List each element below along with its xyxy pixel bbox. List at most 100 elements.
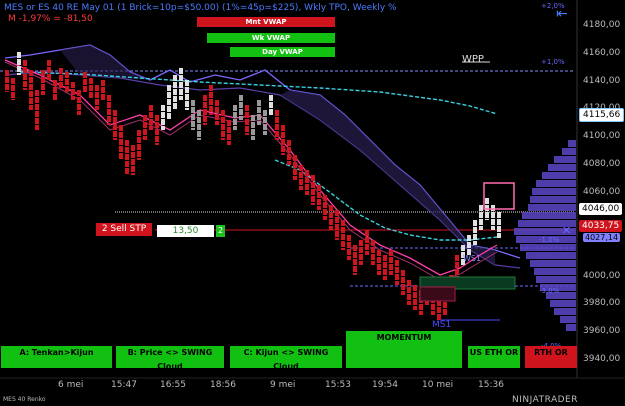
renko-brick bbox=[365, 244, 369, 250]
renko-brick bbox=[431, 311, 435, 315]
renko-brick bbox=[233, 112, 237, 118]
renko-brick bbox=[77, 111, 81, 115]
renko-brick bbox=[179, 68, 183, 74]
renko-brick bbox=[281, 153, 285, 155]
renko-brick bbox=[329, 226, 333, 230]
renko-brick bbox=[173, 82, 177, 88]
renko-brick bbox=[227, 141, 231, 145]
renko-brick bbox=[485, 198, 489, 204]
renko-brick bbox=[47, 60, 51, 66]
price-swing-cloud-button[interactable]: B: Price <> SWING Cloud bbox=[116, 346, 224, 371]
renko-brick bbox=[419, 304, 423, 310]
renko-brick bbox=[71, 89, 75, 95]
y-tick: 4000,00 bbox=[583, 271, 621, 281]
x-tick: 18:56 bbox=[210, 380, 236, 390]
renko-brick bbox=[5, 91, 9, 92]
rth-or-button[interactable]: RTH OR bbox=[525, 346, 577, 368]
renko-brick bbox=[23, 60, 27, 66]
renko-brick bbox=[143, 122, 147, 128]
renko-brick bbox=[137, 144, 141, 150]
renko-brick bbox=[89, 78, 93, 84]
renko-brick bbox=[107, 102, 111, 108]
renko-brick bbox=[377, 250, 381, 256]
renko-brick bbox=[17, 59, 21, 65]
resistance-zone bbox=[419, 286, 456, 302]
renko-brick bbox=[497, 219, 501, 225]
sell-stop-value[interactable]: 13,50 bbox=[157, 225, 214, 237]
profile-bar bbox=[566, 324, 576, 331]
renko-brick bbox=[299, 179, 303, 185]
renko-brick bbox=[221, 124, 225, 130]
y-tick: 4080,00 bbox=[583, 159, 621, 169]
renko-brick bbox=[299, 165, 303, 171]
renko-brick bbox=[473, 220, 477, 226]
renko-brick bbox=[365, 237, 369, 243]
renko-brick bbox=[371, 247, 375, 253]
renko-brick bbox=[5, 84, 9, 90]
renko-brick bbox=[119, 146, 123, 152]
us-eth-or-button[interactable]: US ETH OR bbox=[468, 346, 520, 368]
renko-brick bbox=[227, 127, 231, 133]
renko-brick bbox=[329, 219, 333, 225]
sell-stop-count[interactable]: 2 bbox=[216, 225, 225, 237]
renko-brick bbox=[137, 137, 141, 143]
renko-brick bbox=[191, 121, 195, 127]
renko-brick bbox=[59, 68, 63, 74]
x-tick: 15:47 bbox=[111, 380, 137, 390]
renko-brick bbox=[155, 136, 159, 142]
renko-brick bbox=[353, 259, 357, 265]
renko-brick bbox=[143, 115, 147, 121]
renko-brick bbox=[341, 241, 345, 247]
renko-brick bbox=[203, 95, 207, 101]
renko-brick bbox=[23, 67, 27, 73]
renko-brick bbox=[95, 92, 99, 98]
renko-brick bbox=[209, 99, 213, 105]
y-tick: 4140,00 bbox=[583, 76, 621, 86]
price-label-avg: 4027,14 bbox=[583, 233, 621, 242]
renko-brick bbox=[197, 131, 201, 137]
renko-brick bbox=[353, 266, 357, 272]
renko-brick bbox=[125, 147, 129, 153]
profile-bar bbox=[560, 316, 576, 323]
renko-brick bbox=[125, 161, 129, 167]
renko-brick bbox=[413, 299, 417, 305]
renko-brick bbox=[167, 92, 171, 98]
renko-brick bbox=[35, 97, 39, 103]
renko-brick bbox=[35, 104, 39, 110]
tenkan-kijun-button[interactable]: A: Tenkan>Kijun bbox=[1, 346, 112, 368]
renko-brick bbox=[389, 271, 393, 275]
sell-stop-label[interactable]: 2 Sell STP bbox=[96, 223, 152, 236]
renko-brick bbox=[281, 125, 285, 131]
renko-brick bbox=[209, 85, 213, 91]
renko-brick bbox=[221, 117, 225, 123]
renko-brick bbox=[197, 124, 201, 130]
renko-brick bbox=[53, 94, 57, 100]
renko-brick bbox=[137, 151, 141, 157]
renko-brick bbox=[5, 70, 9, 76]
profile-bar bbox=[554, 156, 576, 163]
renko-brick bbox=[95, 85, 99, 91]
renko-brick bbox=[263, 117, 267, 123]
renko-brick bbox=[473, 241, 477, 245]
momentum-button[interactable]: MOMENTUM bbox=[346, 331, 462, 368]
renko-brick bbox=[485, 219, 489, 220]
renko-brick bbox=[347, 249, 351, 255]
renko-brick bbox=[299, 172, 303, 178]
renko-brick bbox=[191, 128, 195, 130]
renko-brick bbox=[227, 120, 231, 126]
renko-brick bbox=[497, 226, 501, 232]
renko-brick bbox=[203, 102, 207, 108]
renko-brick bbox=[191, 107, 195, 113]
profile-bar bbox=[530, 260, 576, 267]
kijun-swing-cloud-button[interactable]: C: Kijun <> SWING Cloud bbox=[230, 346, 342, 371]
renko-brick bbox=[179, 96, 183, 100]
renko-brick bbox=[119, 132, 123, 138]
renko-brick bbox=[197, 117, 201, 123]
renko-brick bbox=[251, 115, 255, 121]
renko-brick bbox=[209, 92, 213, 98]
renko-brick bbox=[131, 173, 135, 175]
renko-brick bbox=[287, 147, 291, 153]
renko-brick bbox=[227, 134, 231, 140]
renko-brick bbox=[443, 309, 447, 315]
renko-brick bbox=[179, 75, 183, 81]
